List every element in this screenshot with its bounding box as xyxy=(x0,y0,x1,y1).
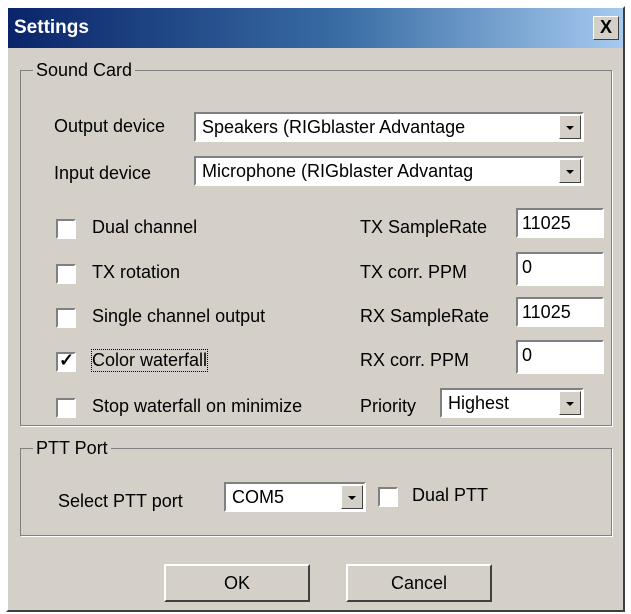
tx-corr-value: 0 xyxy=(522,257,533,277)
output-device-value: Speakers (RIGblaster Advantage xyxy=(202,117,466,137)
priority-value: Highest xyxy=(448,393,510,413)
tx-samplerate-label: TX SampleRate xyxy=(360,217,488,237)
input-device-value: Microphone (RIGblaster Advantag xyxy=(202,161,474,181)
dual-channel-checkbox[interactable] xyxy=(56,219,76,239)
chevron-down-icon[interactable] xyxy=(559,391,581,415)
window-title: Settings xyxy=(14,17,89,38)
input-device-select[interactable]: Microphone (RIGblaster Advantag xyxy=(194,156,584,186)
dual-ptt-label[interactable]: Dual PTT xyxy=(412,485,488,506)
tx-corr-label: TX corr. PPM xyxy=(360,262,468,282)
title-bar: Settings X xyxy=(8,8,623,48)
tx-corr-input[interactable]: 0 xyxy=(516,252,604,286)
chevron-down-icon[interactable] xyxy=(559,159,581,183)
priority-select[interactable]: Highest xyxy=(440,388,584,418)
rx-samplerate-label: RX SampleRate xyxy=(360,306,490,326)
single-channel-output-checkbox[interactable] xyxy=(56,308,76,328)
ptt-port-value: COM5 xyxy=(232,487,285,507)
chevron-down-icon[interactable] xyxy=(341,485,363,509)
rx-corr-value: 0 xyxy=(522,345,533,365)
tx-samplerate-value: 11025 xyxy=(522,213,571,233)
dual-channel-label[interactable]: Dual channel xyxy=(92,217,197,238)
ptt-port-select[interactable]: COM5 xyxy=(224,482,366,512)
ptt-port-legend: PTT Port xyxy=(36,438,108,458)
close-button[interactable]: X xyxy=(593,16,619,40)
settings-dialog: Settings X Sound Card Output device Spea… xyxy=(6,6,625,612)
stop-waterfall-checkbox[interactable] xyxy=(56,398,76,418)
rx-corr-label: RX corr. PPM xyxy=(360,350,470,370)
priority-label: Priority xyxy=(360,396,417,416)
stop-waterfall-label[interactable]: Stop waterfall on minimize xyxy=(92,396,302,417)
cancel-button[interactable]: Cancel xyxy=(346,564,492,602)
tx-rotation-label[interactable]: TX rotation xyxy=(92,262,180,283)
color-waterfall-checkbox[interactable]: ✓ xyxy=(56,350,76,372)
rx-samplerate-value: 11025 xyxy=(522,302,571,322)
rx-samplerate-input[interactable]: 11025 xyxy=(516,297,604,327)
chevron-down-icon[interactable] xyxy=(559,115,581,139)
output-device-select[interactable]: Speakers (RIGblaster Advantage xyxy=(194,112,584,142)
output-device-label: Output device xyxy=(54,116,166,136)
check-mark-icon: ✓ xyxy=(59,350,75,370)
dual-ptt-checkbox[interactable] xyxy=(378,487,398,507)
single-channel-output-label[interactable]: Single channel output xyxy=(92,306,265,327)
tx-rotation-checkbox[interactable] xyxy=(56,264,76,284)
tx-samplerate-input[interactable]: 11025 xyxy=(516,208,604,238)
rx-corr-input[interactable]: 0 xyxy=(516,340,604,374)
close-icon: X xyxy=(599,17,612,37)
input-device-label: Input device xyxy=(54,163,152,183)
color-waterfall-label[interactable]: Color waterfall xyxy=(90,349,209,372)
ok-button[interactable]: OK xyxy=(164,564,310,602)
sound-card-legend: Sound Card xyxy=(36,60,133,80)
select-ptt-port-label: Select PTT port xyxy=(58,491,183,511)
